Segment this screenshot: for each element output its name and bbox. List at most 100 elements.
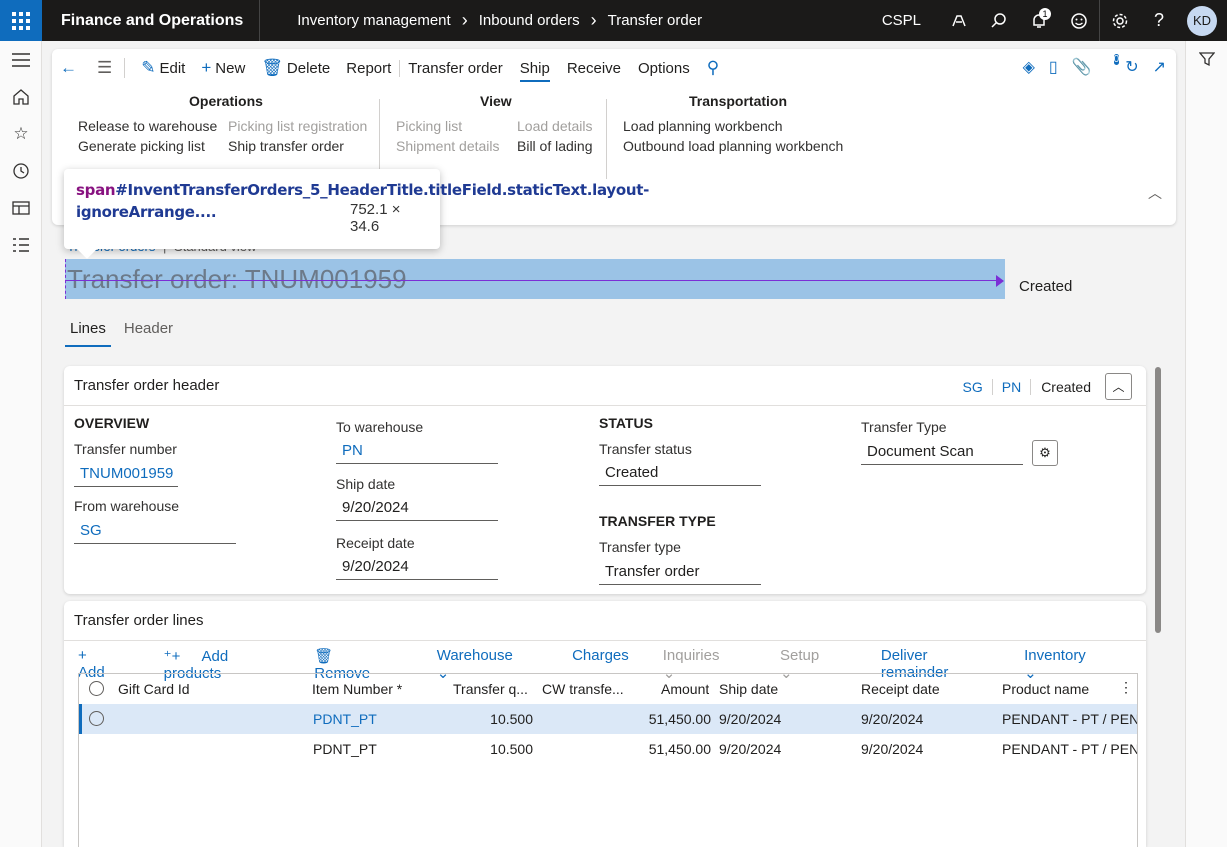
ship-date-field[interactable]: 9/20/2024 — [336, 497, 498, 521]
breadcrumb-transfer-order[interactable]: Transfer order — [608, 12, 702, 29]
load-planning-workbench-button[interactable]: Load planning workbench — [623, 118, 783, 134]
refresh-icon[interactable]: ↻ — [1125, 57, 1138, 77]
recent-clock-icon[interactable] — [0, 152, 42, 189]
row-select-radio[interactable] — [89, 711, 104, 726]
header-card-title-bar[interactable]: Transfer order header SG PN Created ︿ — [64, 366, 1146, 406]
lines-card-title-bar[interactable]: Transfer order lines — [64, 601, 1146, 641]
outbound-load-planning-workbench-button[interactable]: Outbound load planning workbench — [623, 138, 843, 154]
copilot-icon[interactable] — [939, 0, 979, 41]
summary-from-warehouse[interactable]: SG — [954, 378, 993, 395]
cell-receipt-date[interactable]: 9/20/2024 — [861, 741, 923, 757]
notifications-bell-icon[interactable]: 1 — [1019, 0, 1059, 41]
page-scrollbar[interactable] — [1155, 367, 1161, 633]
app-name[interactable]: Finance and Operations — [42, 0, 261, 41]
ship-transfer-order-button[interactable]: Ship transfer order — [228, 138, 344, 154]
attachments-paperclip-icon[interactable]: 📎 0 — [1072, 54, 1120, 77]
tooltip-selector: span#InventTransferOrders_5_HeaderTitle.… — [76, 179, 649, 239]
breadcrumb-inventory-management[interactable]: Inventory management — [297, 12, 450, 29]
table-row[interactable]: PDNT_PT 10.500 51,450.00 9/20/2024 9/20/… — [79, 704, 1137, 734]
favorites-star-icon[interactable]: ☆ — [0, 115, 42, 152]
tab-options[interactable]: Options — [638, 60, 690, 77]
to-warehouse-field[interactable]: PN — [336, 440, 498, 464]
back-button[interactable]: ← — [60, 58, 81, 78]
cell-transfer-quantity[interactable]: 10.500 — [453, 741, 533, 757]
column-gift-card-id[interactable]: Gift Card Id — [118, 681, 190, 697]
open-new-window-icon[interactable]: ↗ — [1153, 57, 1166, 77]
picking-list-button[interactable]: Picking list — [396, 118, 462, 134]
release-to-warehouse-button[interactable]: Release to warehouse — [78, 118, 217, 134]
header-card-summary: SG PN Created ︿ — [954, 373, 1132, 400]
tab-lines[interactable]: Lines — [65, 318, 111, 347]
radio-circle-icon — [89, 681, 104, 696]
filter-icon[interactable] — [1198, 51, 1215, 847]
trash-icon: 🗑 — [314, 648, 334, 665]
cell-product-name[interactable]: PENDANT - PT / PENDANT — [1002, 741, 1137, 757]
column-amount[interactable]: Amount — [661, 681, 709, 697]
select-all-radio[interactable] — [89, 681, 104, 696]
picking-list-registration-button[interactable]: Picking list registration — [228, 118, 367, 134]
transfer-type-field[interactable]: Transfer order — [599, 561, 761, 585]
help-icon[interactable]: ? — [1139, 0, 1179, 41]
column-cw-transfer[interactable]: CW transfe... — [542, 681, 626, 697]
company-picker[interactable]: CSPL — [882, 12, 921, 29]
table-row[interactable]: PDNT_PT 10.500 51,450.00 9/20/2024 9/20/… — [79, 734, 1137, 764]
workspaces-icon[interactable] — [0, 189, 42, 226]
home-icon[interactable] — [0, 78, 42, 115]
action-search-button[interactable]: ⚲ — [707, 58, 723, 78]
cell-transfer-quantity[interactable]: 10.500 — [453, 711, 533, 727]
inspector-tooltip: span#InventTransferOrders_5_HeaderTitle.… — [64, 169, 649, 259]
cell-item-number[interactable]: PDNT_PT — [313, 741, 377, 757]
generate-picking-list-button[interactable]: Generate picking list — [78, 138, 205, 154]
modules-list-icon[interactable] — [0, 226, 42, 263]
search-icon[interactable] — [979, 0, 1019, 41]
tab-header[interactable]: Header — [119, 318, 178, 347]
report-button[interactable]: Report — [346, 59, 401, 77]
bill-of-lading-button[interactable]: Bill of lading — [517, 138, 593, 154]
breadcrumb-inbound-orders[interactable]: Inbound orders — [479, 12, 580, 29]
tab-receive[interactable]: Receive — [567, 60, 621, 77]
collapse-action-pane-chevron-up-icon[interactable]: ︿ — [1148, 183, 1162, 203]
tab-transfer-order[interactable]: Transfer order — [408, 60, 502, 77]
app-launcher-button[interactable] — [0, 0, 42, 41]
new-button[interactable]: + New — [201, 58, 245, 78]
column-transfer-quantity[interactable]: Transfer q... — [453, 681, 527, 697]
report-label: Report — [346, 59, 392, 77]
receipt-date-field[interactable]: 9/20/2024 — [336, 556, 498, 580]
action-pane-bar: ← ☰ ✎ Edit + New 🗑 Delete Report Transfer o… — [52, 49, 1176, 87]
settings-gear-icon[interactable] — [1099, 0, 1139, 41]
record-status: Created — [1019, 278, 1073, 295]
lookup-gear-icon[interactable]: ⚙ — [1032, 440, 1058, 466]
from-warehouse-field[interactable]: SG — [74, 520, 236, 544]
cell-ship-date[interactable]: 9/20/2024 — [719, 711, 781, 727]
page-options-button[interactable]: ☰ — [97, 58, 126, 78]
transfer-number-field[interactable]: TNUM001959 — [74, 463, 178, 487]
transfer-type2-field[interactable]: Document Scan — [861, 441, 1023, 465]
column-ship-date[interactable]: Ship date — [719, 681, 778, 697]
hamburger-menu-icon[interactable] — [0, 41, 42, 78]
cell-ship-date[interactable]: 9/20/2024 — [719, 741, 781, 757]
collapse-chevron-up-icon[interactable]: ︿ — [1105, 373, 1132, 400]
column-receipt-date[interactable]: Receipt date — [861, 681, 940, 697]
edit-button[interactable]: ✎ Edit — [141, 58, 185, 78]
cell-amount[interactable]: 51,450.00 — [619, 741, 711, 757]
column-product-name[interactable]: Product name — [1002, 681, 1089, 697]
cell-item-number[interactable]: PDNT_PT — [313, 711, 377, 727]
cell-product-name[interactable]: PENDANT - PT / PENDANT — [1002, 711, 1137, 727]
column-item-number[interactable]: Item Number * — [312, 681, 402, 697]
delete-button[interactable]: 🗑 Delete — [261, 58, 330, 78]
cell-amount[interactable]: 51,450.00 — [619, 711, 711, 727]
receipt-date-label: Receipt date — [336, 535, 415, 551]
feedback-smiley-icon[interactable] — [1059, 0, 1099, 41]
summary-to-warehouse[interactable]: PN — [993, 378, 1032, 395]
new-label: New — [215, 59, 246, 77]
power-apps-icon[interactable]: ◈ — [1023, 57, 1035, 77]
cell-receipt-date[interactable]: 9/20/2024 — [861, 711, 923, 727]
column-options-more-icon[interactable]: ⋮ — [1119, 679, 1133, 696]
tab-ship[interactable]: Ship — [519, 60, 550, 82]
status-section-title: STATUS — [599, 415, 653, 431]
warehouse-label: Warehouse — [436, 647, 513, 664]
shipment-details-button[interactable]: Shipment details — [396, 138, 500, 154]
load-details-button[interactable]: Load details — [517, 118, 593, 134]
user-avatar[interactable]: KD — [1187, 5, 1217, 36]
office-icon[interactable]: ▯ — [1049, 57, 1058, 77]
